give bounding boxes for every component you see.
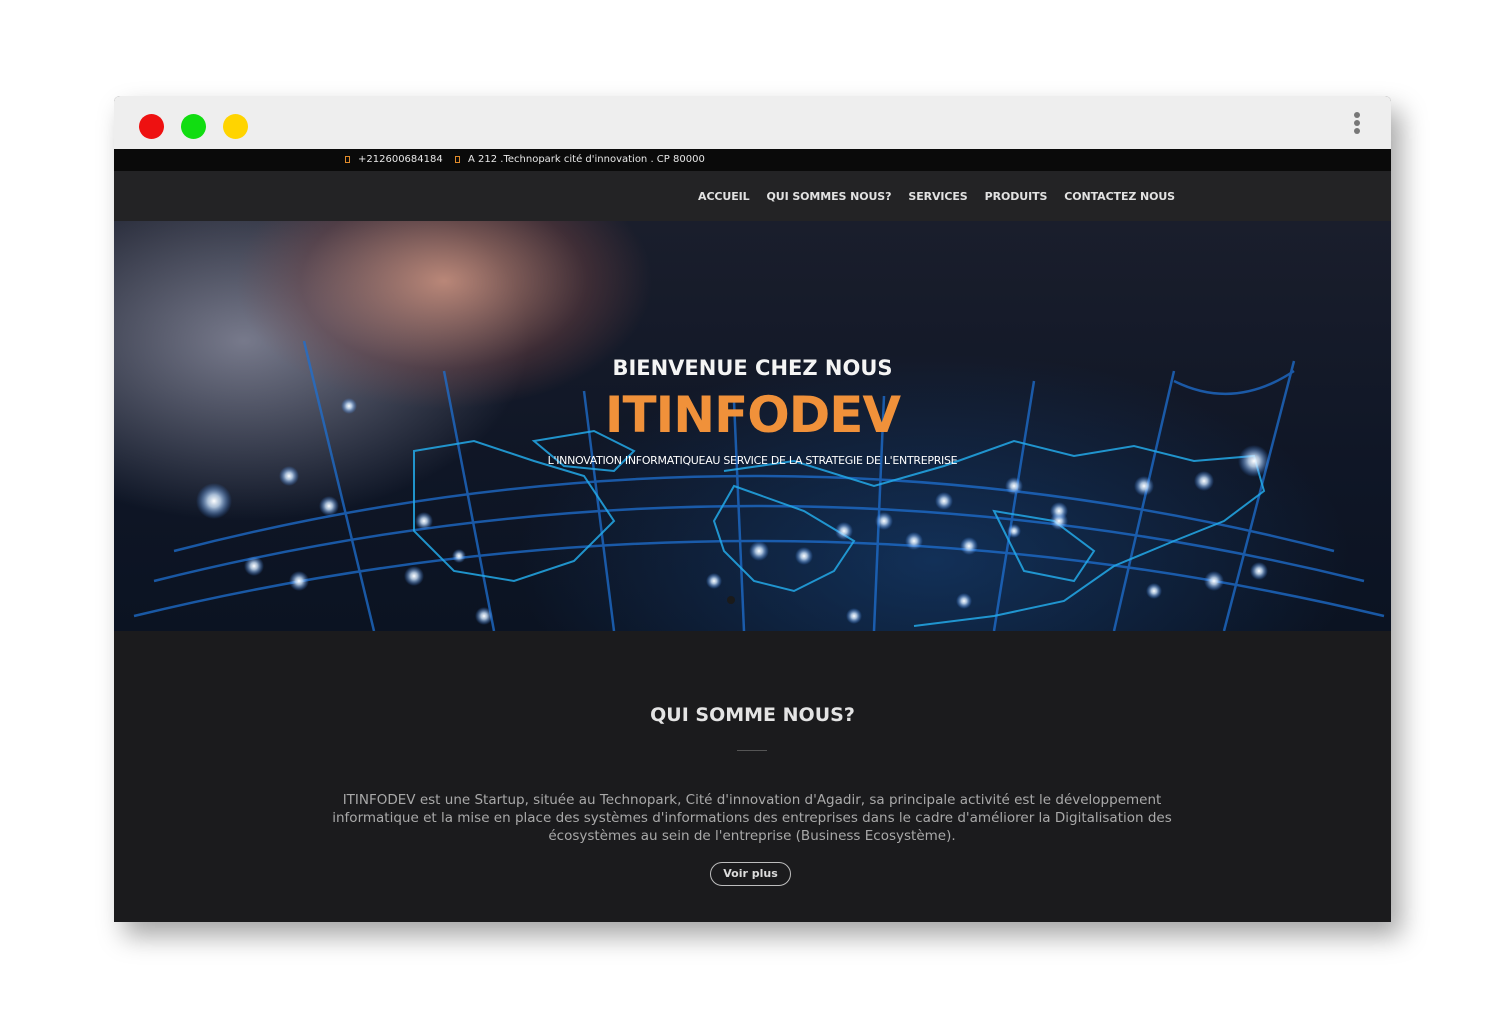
close-window-button[interactable] <box>139 114 164 139</box>
minimize-window-button[interactable] <box>181 114 206 139</box>
phone-icon <box>345 156 350 163</box>
about-description: ITINFODEV est une Startup, située au Tec… <box>332 792 1172 844</box>
nav-item-services[interactable]: SERVICES <box>908 190 967 203</box>
nav-item-produits[interactable]: PRODUITS <box>985 190 1048 203</box>
section-divider <box>737 750 767 751</box>
nav-item-accueil[interactable]: ACCUEIL <box>698 190 750 203</box>
maximize-window-button[interactable] <box>223 114 248 139</box>
hero-tagline: L'INNOVATION INFORMATIQUEAU SERVICE DE L… <box>547 454 958 467</box>
map-marker-icon <box>455 156 460 163</box>
about-section: QUI SOMME NOUS? ITINFODEV est une Startu… <box>114 631 1391 922</box>
nav-item-contactez-nous[interactable]: CONTACTEZ NOUS <box>1064 190 1175 203</box>
phone-number: +212600684184 <box>358 154 443 165</box>
nav-menu: ACCUEIL QUI SOMMES NOUS? SERVICES PRODUI… <box>698 171 1175 221</box>
address-info: A 212 .Technopark cité d'innovation . CP… <box>455 154 705 165</box>
hero-brand-title: ITINFODEV <box>604 386 901 444</box>
nav-item-qui-sommes-nous[interactable]: QUI SOMMES NOUS? <box>767 190 892 203</box>
phone-info: +212600684184 <box>345 154 443 165</box>
browser-window: +212600684184 A 212 .Technopark cité d'i… <box>114 96 1391 922</box>
hero-welcome-heading: BIENVENUE CHEZ NOUS <box>612 356 893 380</box>
voir-plus-button[interactable]: Voir plus <box>710 862 791 886</box>
hero-slider: BIENVENUE CHEZ NOUS ITINFODEV L'INNOVATI… <box>114 221 1391 631</box>
slider-indicator-dot[interactable] <box>727 596 735 604</box>
main-navbar: ACCUEIL QUI SOMMES NOUS? SERVICES PRODUI… <box>114 171 1391 221</box>
kebab-menu-icon[interactable] <box>1353 112 1361 134</box>
browser-titlebar <box>114 96 1391 149</box>
about-title: QUI SOMME NOUS? <box>650 704 855 726</box>
address-text: A 212 .Technopark cité d'innovation . CP… <box>468 154 705 165</box>
contact-topbar: +212600684184 A 212 .Technopark cité d'i… <box>114 149 1391 171</box>
